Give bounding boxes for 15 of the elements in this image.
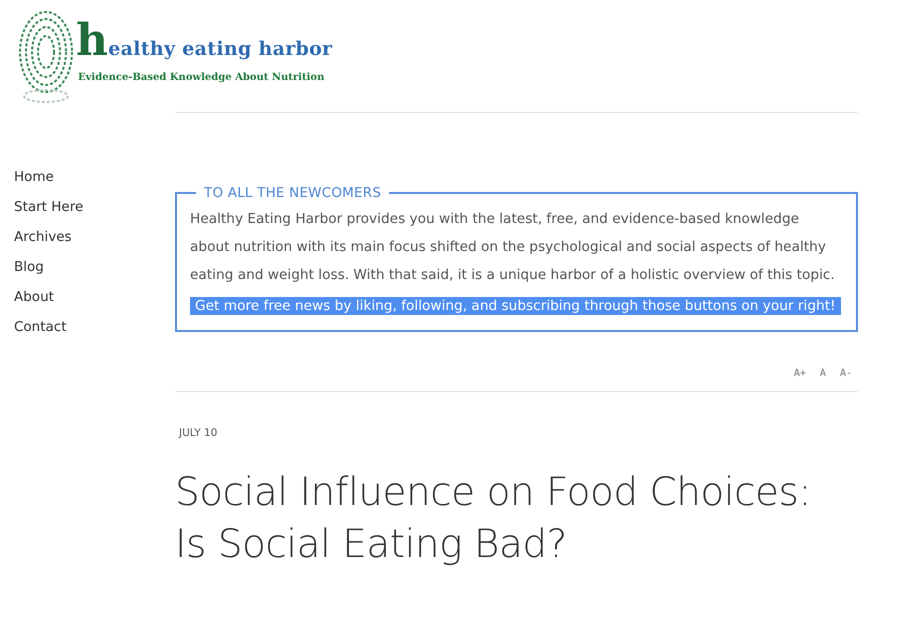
font-size-button[interactable]: A — [816, 366, 830, 381]
highlighted-text: Get more free news by liking, following, and subscribing through those buttons on your right! — [190, 297, 841, 315]
font-size-button[interactable]: A+ — [790, 366, 810, 381]
notice-heading: TO ALL THE NEWCOMERS — [203, 185, 382, 201]
post-title[interactable]: Social Influence on Food Choices: Is Social Eating Bad? — [175, 467, 845, 571]
post-date: JULY 10 — [179, 427, 218, 439]
notice-text: Healthy Eating Harbor provides you with the latest, free, and evidence-based knowledge about nutrition with its main focus shifted on the psychological and social aspects of healthy eating and weight loss. With that said, it is a unique harbor of a holistic overview of this topic. — [190, 210, 836, 285]
font-size-button[interactable]: A- — [836, 366, 856, 381]
nav-link[interactable]: Home — [14, 162, 54, 192]
nav-link[interactable]: Start Here — [14, 192, 84, 222]
nav-link[interactable]: Archives — [14, 222, 72, 252]
nav-link[interactable]: Contact — [14, 312, 67, 342]
nav-link[interactable]: Blog — [14, 252, 44, 282]
site-tagline: Evidence-Based Knowledge About Nutrition — [78, 72, 326, 83]
nav-link[interactable]: About — [14, 282, 54, 312]
